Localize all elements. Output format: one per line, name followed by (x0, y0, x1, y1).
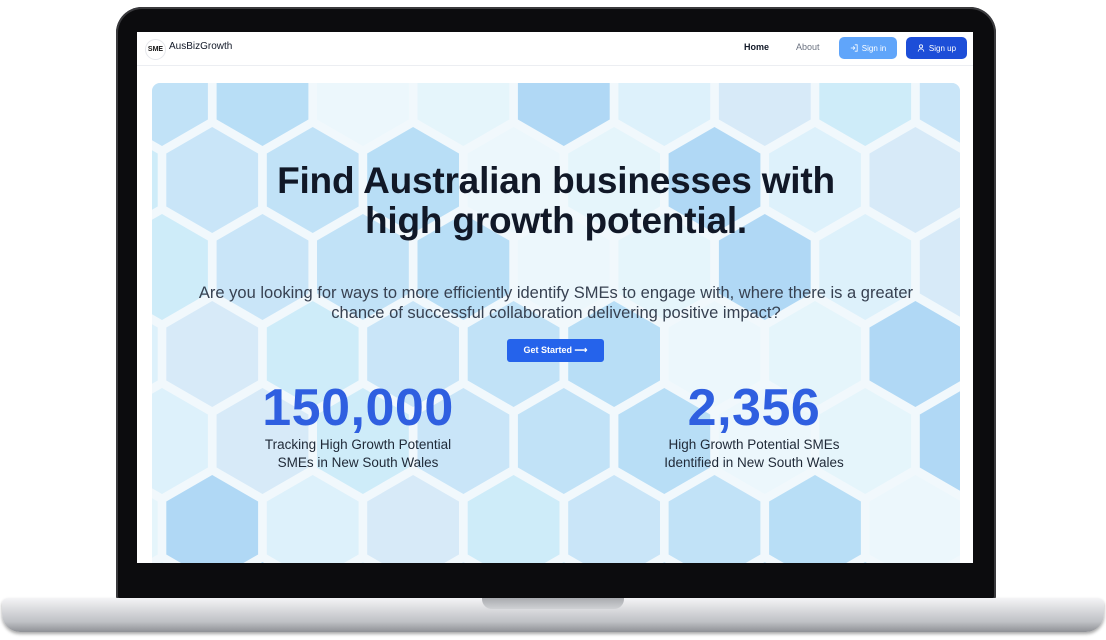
stat-label-line-2: SMEs in New South Wales (277, 455, 439, 470)
background-overlay (152, 83, 960, 563)
nav-link-about[interactable]: About (796, 42, 820, 52)
hero-title: Find Australian businesses with high gro… (152, 161, 960, 241)
hero-section: Find Australian businesses with high gro… (152, 83, 960, 563)
navbar: SME AusBizGrowth Home About Sign in Sign… (137, 32, 973, 66)
stat-tracking: 150,000 Tracking High Growth Potential S… (248, 380, 468, 472)
hero-subtitle: Are you looking for ways to more efficie… (162, 283, 950, 323)
hexagon-pattern-background (152, 83, 960, 563)
stat-label-line-1: Tracking High Growth Potential (264, 437, 452, 452)
hero-subtitle-line-1: Are you looking for ways to more efficie… (198, 284, 914, 302)
sign-up-label: Sign up (928, 43, 957, 53)
stat-value: 2,356 (687, 379, 821, 437)
hero-title-line-1: Find Australian businesses with (277, 160, 835, 201)
stat-value: 150,000 (262, 379, 454, 437)
stat-identified: 2,356 High Growth Potential SMEs Identif… (644, 380, 864, 472)
user-icon (917, 44, 925, 52)
brand-name[interactable]: AusBizGrowth (169, 41, 232, 52)
sign-in-label: Sign in (861, 43, 887, 53)
nav-link-home[interactable]: Home (744, 42, 769, 52)
sign-in-button[interactable]: Sign in (839, 37, 897, 59)
get-started-button[interactable]: Get Started ⟶ (507, 339, 604, 362)
laptop-notch (482, 598, 624, 609)
sign-in-icon (850, 44, 858, 52)
browser-screen: SME AusBizGrowth Home About Sign in Sign… (137, 32, 973, 563)
stat-label-line-1: High Growth Potential SMEs (668, 437, 840, 452)
hero-title-line-2: high growth potential. (365, 200, 747, 241)
sign-up-button[interactable]: Sign up (906, 37, 967, 59)
hero-subtitle-line-2: chance of successful collaboration deliv… (331, 304, 781, 322)
stat-label-line-2: Identified in New South Wales (664, 455, 844, 470)
brand-logo[interactable]: SME (145, 39, 166, 60)
